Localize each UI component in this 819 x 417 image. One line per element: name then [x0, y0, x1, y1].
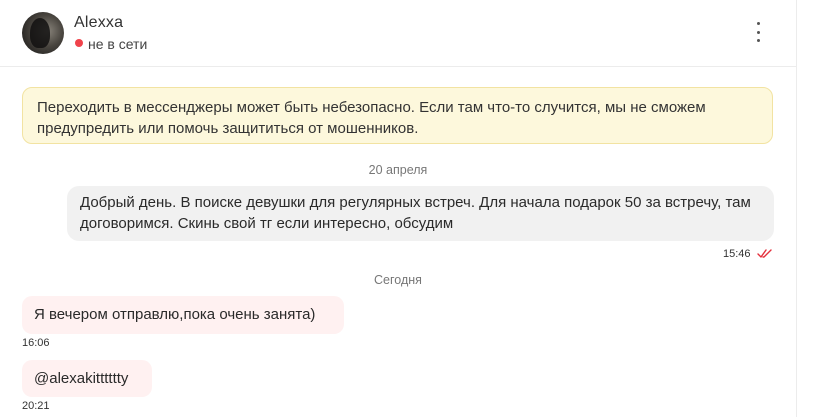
message-time: 16:06: [22, 337, 50, 349]
avatar[interactable]: [22, 12, 64, 54]
message-time: 15:46: [723, 248, 751, 260]
double-check-icon: [757, 249, 772, 258]
contact-name[interactable]: Alexxa: [74, 14, 123, 32]
outgoing-message[interactable]: Добрый день. В поиске девушки для регуля…: [67, 186, 774, 241]
safety-warning-text: Переходить в мессенджеры может быть небе…: [37, 99, 706, 137]
incoming-message[interactable]: @alexakitttttty: [22, 360, 152, 397]
message-text: Добрый день. В поиске девушки для регуля…: [80, 194, 751, 232]
incoming-message[interactable]: Я вечером отправлю,пока очень занята): [22, 296, 344, 334]
avatar-image: [30, 18, 50, 48]
safety-warning-banner: Переходить в мессенджеры может быть небе…: [22, 87, 773, 144]
offline-status-dot: [75, 39, 83, 47]
chat-header: Alexxa не в сети: [0, 0, 796, 67]
more-vertical-icon[interactable]: [752, 22, 764, 42]
message-text: @alexakitttttty: [34, 370, 129, 387]
contact-status: не в сети: [88, 36, 148, 52]
panel-divider: [796, 0, 797, 417]
date-separator: 20 апреля: [368, 163, 428, 177]
message-time: 20:21: [22, 400, 50, 412]
date-separator-today: Сегодня: [374, 273, 422, 287]
message-text: Я вечером отправлю,пока очень занята): [34, 306, 316, 323]
